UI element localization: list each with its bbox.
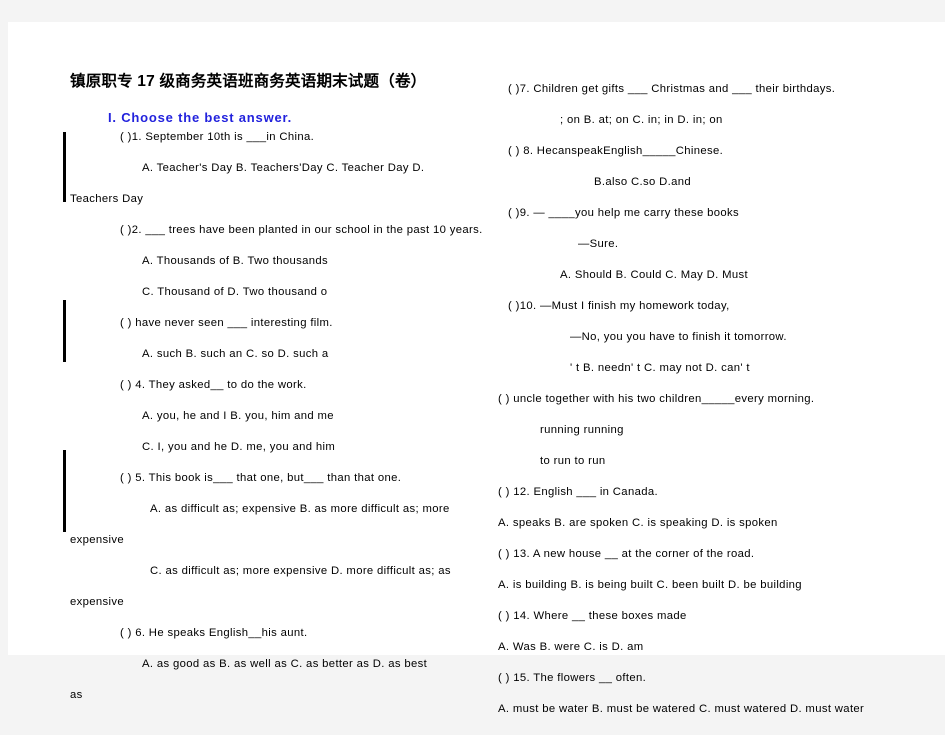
question-options: to run to run [540,455,606,467]
question-options: A. must be water B. must be watered C. m… [498,703,865,715]
change-bar-3 [63,450,66,532]
question-options: C. as difficult as; more expensive D. mo… [150,565,451,577]
question-options: A. as good as B. as well as C. as better… [142,658,428,670]
question-options: A. speaks B. are spoken C. is speaking D… [498,517,778,529]
question-stem: ( )10. —Must I finish my homework today, [508,300,730,312]
question-stem: ( ) 6. He speaks English__his aunt. [120,627,308,639]
question-options: ' t B. needn' t C. may not D. can' t [570,362,750,374]
question-options: A. such B. such an C. so D. such a [142,348,329,360]
question-options: A. as difficult as; expensive B. as more… [150,503,450,515]
question-continuation: expensive [70,534,125,546]
change-bar-2 [63,300,66,362]
question-options: A. Thousands of B. Two thousands [142,255,328,267]
question-options: A. Should B. Could C. May D. Must [560,269,748,281]
question-stem: ( ) have never seen ___ interesting film… [120,317,333,329]
question-options: A. is building B. is being built C. been… [498,579,802,591]
question-stem: ( )2. ___ trees have been planted in our… [120,224,483,236]
question-stem: ( ) 15. The flowers __ often. [498,672,647,684]
question-stem: ( ) 14. Where __ these boxes made [498,610,687,622]
document-page: 镇原职专 17 级商务英语班商务英语期末试题（卷） I. Choose the … [8,22,945,715]
question-stem: ( ) 5. This book is___ that one, but___ … [120,472,402,484]
question-options: A. Teacher's Day B. Teachers'Day C. Teac… [142,162,425,174]
question-options: A. you, he and I B. you, him and me [142,410,334,422]
change-bar-1 [63,132,66,202]
question-stem: ( ) uncle together with his two children… [498,393,815,405]
question-continuation: Teachers Day [70,193,144,205]
question-options: A. Was B. were C. is D. am [498,641,644,653]
question-options: ; on B. at; on C. in; in D. in; on [560,114,723,126]
question-stem: ( )7. Children get gifts ___ Christmas a… [508,83,836,95]
question-continuation: expensive [70,596,125,608]
question-options: running running [540,424,624,436]
question-options: C. I, you and he D. me, you and him [142,441,336,453]
question-options: B.also C.so D.and [594,176,691,188]
question-column-left: ( )1. September 10th is ___in China. A. … [70,131,490,721]
section-heading: I. Choose the best answer. [108,110,293,125]
question-stem: ( ) 4. They asked__ to do the work. [120,379,307,391]
question-stem: ( )9. — ____you help me carry these book… [508,207,739,219]
question-options: C. Thousand of D. Two thousand o [142,286,328,298]
question-reply: —Sure. [578,238,619,250]
question-stem: ( ) 13. A new house __ at the corner of … [498,548,755,560]
question-continuation: as [70,689,83,701]
question-column-right: ( )7. Children get gifts ___ Christmas a… [498,83,918,735]
question-stem: ( ) 8. HecanspeakEnglish_____Chinese. [508,145,724,157]
page-title: 镇原职专 17 级商务英语班商务英语期末试题（卷） [70,73,427,90]
question-stem: ( ) 12. English ___ in Canada. [498,486,658,498]
question-stem: ( )1. September 10th is ___in China. [120,131,315,143]
question-reply: —No, you you have to finish it tomorrow. [570,331,787,343]
